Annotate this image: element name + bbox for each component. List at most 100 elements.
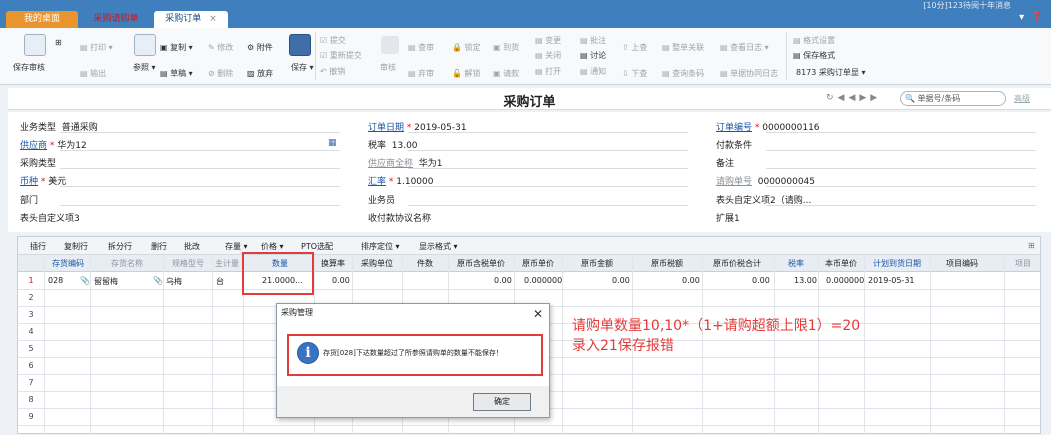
- grid-delete-row-button[interactable]: 删行: [151, 241, 167, 252]
- grid-pto-button[interactable]: PTO选配: [301, 241, 333, 252]
- tab-requisition[interactable]: 采购请购单: [80, 11, 152, 28]
- prev-button[interactable]: ⇧ 上查: [622, 42, 647, 53]
- cell-main-unit[interactable]: 台: [216, 276, 224, 287]
- cell-orig-price[interactable]: 0.000000: [524, 276, 562, 285]
- cell-conv-rate[interactable]: 0.00: [332, 276, 350, 285]
- help-icon[interactable]: ▾ ❓: [1019, 12, 1043, 23]
- save-disk-icon[interactable]: [289, 34, 311, 56]
- save-button[interactable]: 保存 ▾: [291, 62, 314, 73]
- grid-insert-row-button[interactable]: 插行: [30, 241, 46, 252]
- view-log-button[interactable]: ▤ 查看日志 ▾: [720, 42, 769, 53]
- notify-button[interactable]: ▤ 通知: [580, 66, 606, 77]
- request-payment-button[interactable]: ▣ 请款: [493, 68, 519, 79]
- close-icon[interactable]: ✕: [533, 305, 543, 323]
- cell-orig-tax[interactable]: 0.00: [682, 276, 700, 285]
- query-barcode-button[interactable]: ▤ 查询条码: [662, 68, 704, 79]
- add-icon[interactable]: ⊞: [55, 38, 62, 47]
- grid-display-format-button[interactable]: 显示格式 ▾: [419, 241, 458, 252]
- save-audit-icon[interactable]: [24, 34, 46, 56]
- grid-expand-icon[interactable]: ⊞: [1028, 241, 1035, 250]
- cell-orig-total[interactable]: 0.00: [752, 276, 770, 285]
- agreement-field[interactable]: 收付款协议名称: [368, 211, 431, 224]
- close-button[interactable]: ▤ 关闭: [535, 50, 561, 61]
- record-nav-icons[interactable]: ↻◀◀▶▶: [826, 93, 881, 103]
- delete-button[interactable]: ⊘ 删除: [208, 68, 233, 79]
- col-conv-rate[interactable]: 换算率: [314, 258, 352, 269]
- col-orig-total[interactable]: 原币价税合计: [702, 258, 772, 269]
- salesman-field[interactable]: 业务员: [368, 193, 395, 206]
- calendar-icon[interactable]: ▦: [328, 138, 337, 148]
- col-orig-tax[interactable]: 原币税额: [632, 258, 702, 269]
- resubmit-button[interactable]: ☑ 重新提交: [320, 50, 362, 61]
- col-project-code[interactable]: 项目编码: [932, 258, 992, 269]
- col-item-code[interactable]: 存货编码: [48, 258, 88, 269]
- discuss-button[interactable]: ▤ 讨论: [580, 50, 606, 61]
- advanced-search-link[interactable]: 高级: [1014, 93, 1030, 104]
- format-setting-button[interactable]: ▤ 格式设置: [793, 35, 835, 46]
- col-orig-amount[interactable]: 原币金额: [562, 258, 632, 269]
- cell-item-name[interactable]: 留留梅: [94, 276, 118, 287]
- search-input[interactable]: 🔍 单据号/条码: [900, 91, 1006, 106]
- col-local-price[interactable]: 本币单价: [818, 258, 864, 269]
- col-pieces[interactable]: 件数: [402, 258, 448, 269]
- tab-purchase-order[interactable]: 采购订单 ×: [154, 11, 228, 28]
- submit-button[interactable]: ☑ 提交: [320, 35, 346, 46]
- col-orig-price[interactable]: 原币单价: [514, 258, 562, 269]
- annotate-button[interactable]: ▤ 批注: [580, 35, 606, 46]
- arrival-button[interactable]: ▣ 到货: [493, 42, 519, 53]
- open-button[interactable]: ▤ 打开: [535, 66, 561, 77]
- table-row[interactable]: 1 028 📎 留留梅 📎 乌梅 台 21.0000... 0.00 0.00 …: [18, 273, 1040, 290]
- whole-link-button[interactable]: ▤ 整单关联: [662, 42, 704, 53]
- grid-batch-edit-button[interactable]: 批改: [184, 241, 200, 252]
- modify-button[interactable]: ✎ 修改: [208, 42, 233, 53]
- col-plan-date[interactable]: 计划到货日期: [864, 258, 930, 269]
- withdraw-button[interactable]: ↶ 撤销: [320, 66, 345, 77]
- tab-home[interactable]: 我的桌面: [6, 11, 78, 28]
- reference-icon[interactable]: [134, 34, 156, 56]
- change-button[interactable]: ▤ 变更: [535, 35, 561, 46]
- cell-local-price[interactable]: 0.000000: [826, 276, 864, 285]
- grid-copy-row-button[interactable]: 复制行: [64, 241, 88, 252]
- ok-button[interactable]: 确定: [473, 393, 531, 411]
- doc-collab-log-button[interactable]: ▤ 单据协同日志: [720, 68, 778, 79]
- query-audit-button[interactable]: ▤ 查审: [408, 42, 434, 53]
- col-spec[interactable]: 规格型号: [164, 258, 212, 269]
- cell-plan-date[interactable]: 2019-05-31: [868, 276, 915, 285]
- audit-icon[interactable]: [381, 36, 399, 54]
- audit-button[interactable]: 审核: [380, 62, 396, 73]
- cell-orig-amount[interactable]: 0.00: [612, 276, 630, 285]
- grid-sort-button[interactable]: 排序定位 ▾: [361, 241, 400, 252]
- purchase-type-field[interactable]: 采购类型: [20, 156, 56, 169]
- dept-field[interactable]: 部门: [20, 193, 38, 206]
- next-button[interactable]: ⇩ 下查: [622, 68, 647, 79]
- reference-button[interactable]: 参照 ▾: [133, 62, 156, 73]
- unlock-button[interactable]: 🔓 解锁: [452, 68, 481, 79]
- message-indicator[interactable]: [10分]123待阅十年消息: [923, 0, 1011, 11]
- template-select[interactable]: 8173 采购订单显 ▾: [796, 67, 865, 78]
- cell-spec[interactable]: 乌梅: [166, 276, 182, 287]
- abandon-button[interactable]: ▨ 放弃: [247, 68, 273, 79]
- remark-field[interactable]: 备注: [716, 156, 734, 169]
- col-tax-rate[interactable]: 税率: [776, 258, 816, 269]
- copy-button[interactable]: ▣ 复制 ▾: [160, 42, 193, 53]
- abandon-audit-button[interactable]: ▤ 弃审: [408, 68, 434, 79]
- draft-button[interactable]: ▤ 草稿 ▾: [160, 68, 193, 79]
- col-main-unit[interactable]: 主计量: [212, 258, 242, 269]
- close-tab-icon[interactable]: ×: [209, 14, 217, 24]
- attachment-button[interactable]: ⚙ 附件: [247, 42, 273, 53]
- cell-tax-rate[interactable]: 13.00: [794, 276, 817, 285]
- grid-price-button[interactable]: 价格 ▾: [261, 241, 284, 252]
- cell-orig-tax-price[interactable]: 0.00: [494, 276, 512, 285]
- col-project[interactable]: 项目: [1008, 258, 1038, 269]
- lock-button[interactable]: 🔒 锁定: [452, 42, 481, 53]
- save-audit-button[interactable]: 保存审核: [13, 62, 45, 73]
- col-item-name[interactable]: 存货名称: [92, 258, 162, 269]
- col-orig-tax-price[interactable]: 原币含税单价: [448, 258, 514, 269]
- paperclip-icon[interactable]: 📎: [80, 276, 90, 285]
- grid-split-row-button[interactable]: 拆分行: [108, 241, 132, 252]
- output-button[interactable]: ▤ 输出: [80, 68, 106, 79]
- col-purchase-unit[interactable]: 采购单位: [352, 258, 402, 269]
- grid-stock-button[interactable]: 存量 ▾: [225, 241, 248, 252]
- custom3-field[interactable]: 表头自定义项3: [20, 211, 80, 224]
- cell-item-code[interactable]: 028: [48, 276, 63, 285]
